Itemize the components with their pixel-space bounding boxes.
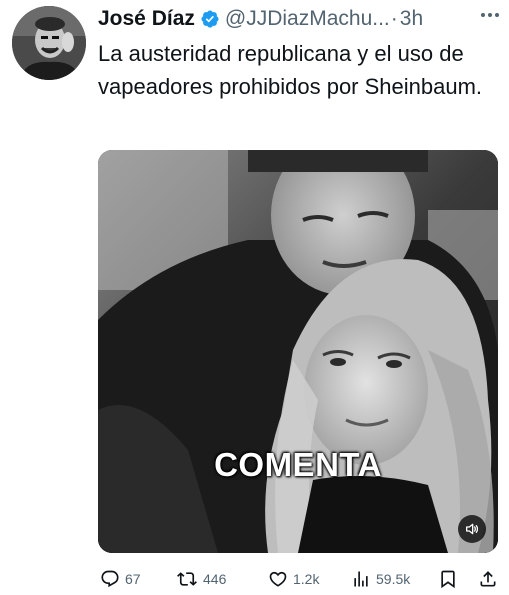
views-icon (354, 571, 368, 587)
more-icon[interactable] (475, 2, 505, 28)
views-button[interactable]: 59.5k (351, 569, 410, 589)
retweet-icon (177, 572, 197, 586)
bookmark-button[interactable] (438, 569, 458, 589)
media-caption: COMENTA (214, 446, 382, 483)
tweet-header: José Díaz @JJDiazMachu... · 3h (98, 4, 499, 34)
views-count: 59.5k (376, 571, 411, 587)
tweet-text: La austeridad republicana y el uso de va… (98, 41, 483, 99)
display-name[interactable]: José Díaz (98, 7, 195, 31)
retweet-count: 446 (203, 571, 227, 587)
share-button[interactable] (478, 569, 498, 589)
like-button[interactable]: 1.2k (268, 569, 319, 589)
like-count: 1.2k (293, 571, 320, 587)
user-handle[interactable]: @JJDiazMachu... (225, 7, 390, 31)
timestamp[interactable]: 3h (400, 7, 423, 31)
verified-badge-icon[interactable] (200, 9, 220, 29)
sound-icon[interactable] (458, 515, 486, 543)
heart-icon (269, 571, 287, 587)
reply-button[interactable]: 67 (100, 569, 141, 589)
share-icon (480, 571, 496, 587)
reply-icon (101, 570, 119, 588)
separator-dot: · (390, 7, 398, 30)
media-image (98, 150, 498, 553)
bookmark-icon (441, 570, 455, 589)
retweet-button[interactable]: 446 (176, 569, 226, 589)
reply-count: 67 (125, 571, 141, 587)
tweet-actions: 67 446 1.2k 59.5k (98, 566, 502, 592)
avatar-image (12, 6, 86, 80)
tweet-media[interactable]: COMENTA (98, 150, 498, 553)
profile-avatar[interactable] (12, 6, 86, 80)
